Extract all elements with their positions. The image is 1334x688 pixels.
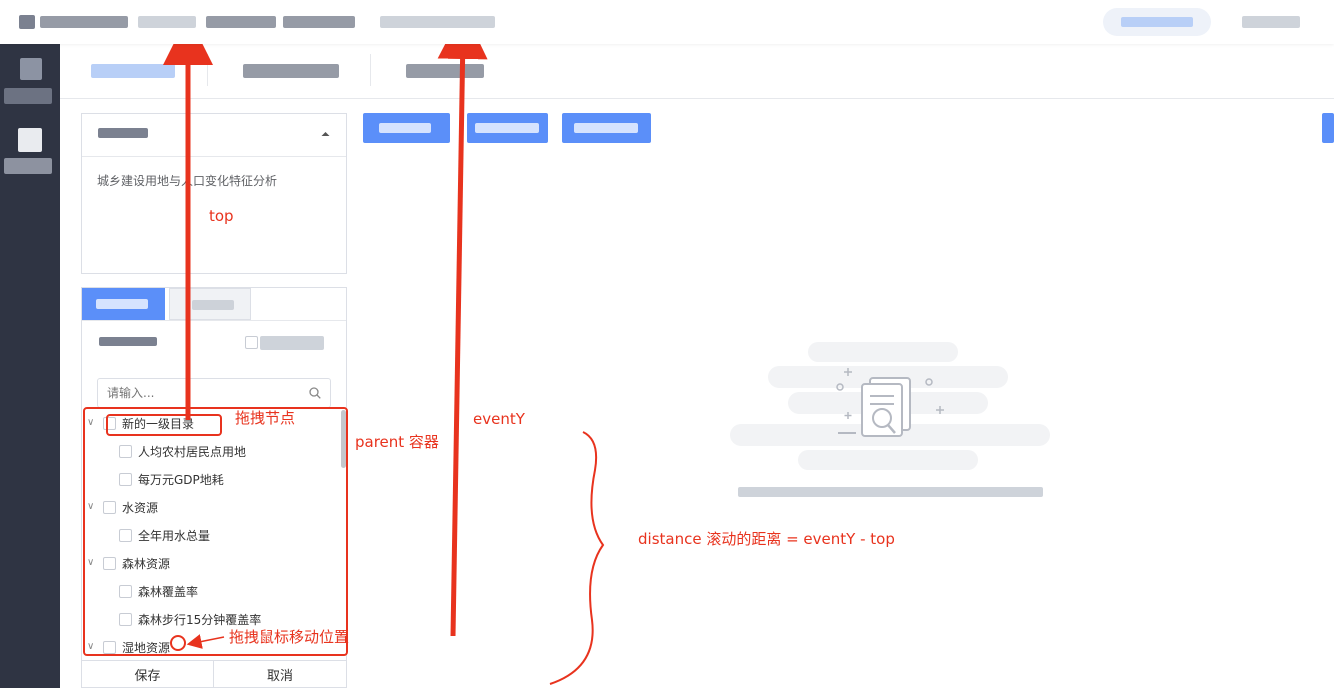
app-title-redacted — [40, 16, 128, 28]
top-navigation-bar — [0, 0, 1334, 44]
annotation-distance: distance 滚动的距离 = eventY - top — [638, 530, 895, 548]
nav-item-redacted[interactable] — [380, 16, 495, 28]
nav-item-redacted[interactable] — [206, 16, 276, 28]
eventy-arrow — [437, 9, 488, 637]
annotation-eventy: eventY — [473, 410, 525, 428]
annotation-mouse-position: 拖拽鼠标移动位置 — [229, 628, 350, 646]
user-menu[interactable] — [1103, 8, 1211, 36]
annotation-drag-node: 拖拽节点 — [235, 409, 296, 427]
app-logo — [19, 15, 35, 29]
annotation-top: top — [209, 207, 234, 225]
nav-item-redacted[interactable] — [283, 16, 355, 28]
parent-container-highlight — [83, 407, 348, 656]
nav-item-redacted[interactable] — [138, 16, 196, 28]
logout-link-redacted[interactable] — [1242, 16, 1300, 28]
distance-brace — [549, 431, 605, 685]
annotation-parent: parent 容器 — [355, 433, 439, 451]
